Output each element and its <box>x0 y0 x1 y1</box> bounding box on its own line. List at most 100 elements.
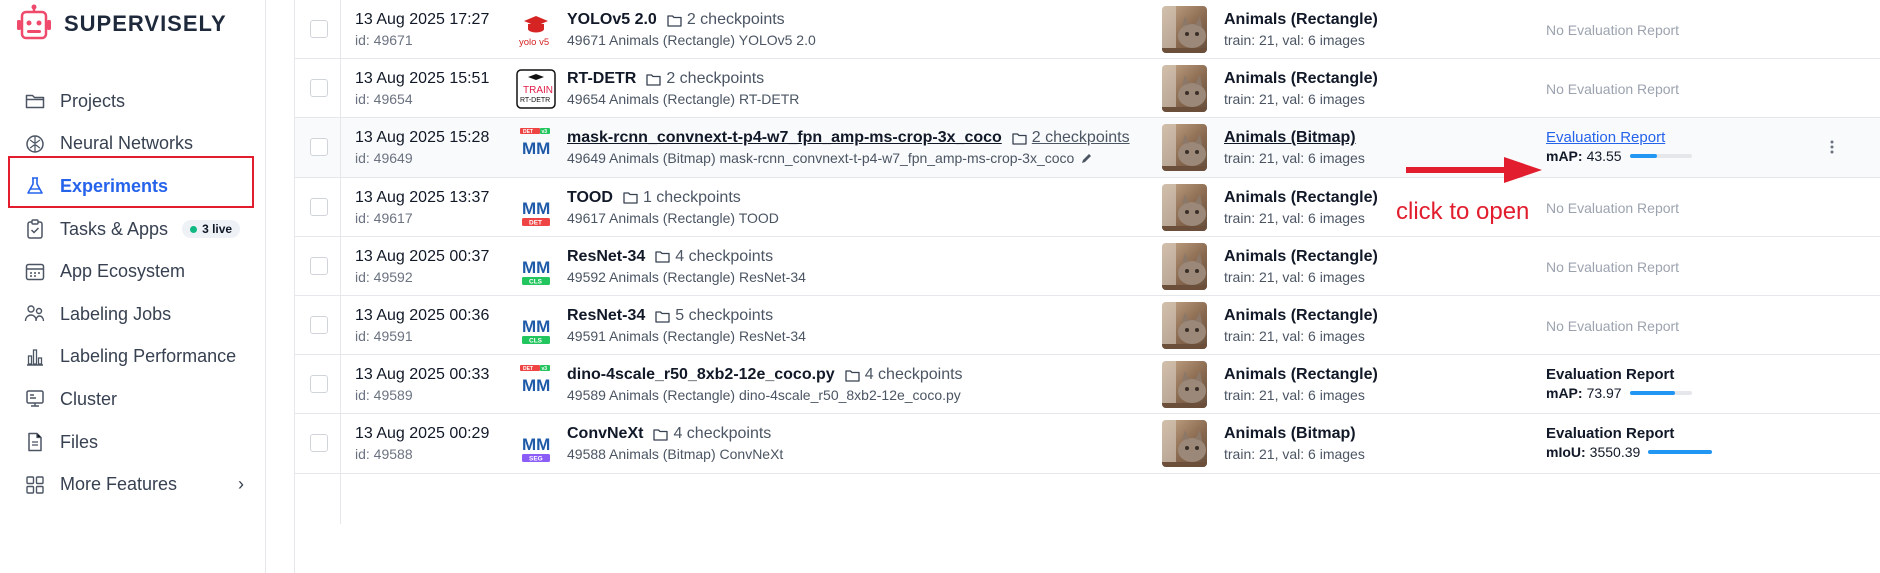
model-name[interactable]: dino-4scale_r50_8xb2-12e_coco.py <box>567 366 835 384</box>
table-row[interactable]: 13 Aug 2025 00:29 id: 49588 MM SEG ConvN… <box>295 414 1880 474</box>
sidebar-item-experiments[interactable]: Experiments <box>0 165 266 208</box>
folder-icon <box>653 429 669 441</box>
project-thumbnail[interactable] <box>1162 6 1207 53</box>
folder-icon <box>655 310 670 323</box>
row-checkbox[interactable] <box>310 375 328 394</box>
metric-progress-bar <box>1648 450 1713 455</box>
experiment-subtitle: 49589 Animals (Rectangle) dino-4scale_r5… <box>567 387 961 403</box>
project-name[interactable]: Animals (Rectangle) <box>1224 11 1378 29</box>
project-stats: train: 21, val: 6 images <box>1224 209 1365 226</box>
experiments-table: 13 Aug 2025 17:27 id: 49671 yolo v5 YOLO… <box>294 0 1880 573</box>
evaluation-report-link[interactable]: Evaluation Report <box>1546 425 1674 442</box>
row-checkbox[interactable] <box>310 197 328 216</box>
sidebar-item-neural-networks[interactable]: Neural Networks <box>0 123 266 166</box>
checkpoints-link[interactable]: 2 checkpoints <box>1012 129 1130 147</box>
row-checkbox[interactable] <box>310 256 328 275</box>
checkpoints-link[interactable]: 4 checkpoints <box>655 248 773 266</box>
experiment-name-line: RT-DETR 2 checkpoints <box>567 70 764 88</box>
sidebar-item-cluster[interactable]: Cluster <box>0 378 266 421</box>
project-name[interactable]: Animals (Rectangle) <box>1224 248 1378 266</box>
project-name[interactable]: Animals (Rectangle) <box>1224 307 1378 325</box>
project-stats: train: 21, val: 6 images <box>1224 91 1365 108</box>
checkpoints-link[interactable]: 2 checkpoints <box>667 11 785 29</box>
experiment-subtitle-text: 49591 Animals (Rectangle) ResNet-34 <box>567 328 806 344</box>
flask-icon <box>24 175 46 197</box>
experiment-subtitle: 49592 Animals (Rectangle) ResNet-34 <box>567 269 806 285</box>
checkpoints-link[interactable]: 4 checkpoints <box>845 366 963 384</box>
experiment-date: 13 Aug 2025 17:27 <box>355 11 490 28</box>
sidebar-item-labeling-performance[interactable]: Labeling Performance <box>0 336 266 379</box>
table-row[interactable]: 13 Aug 2025 15:28 id: 49649 DET v3 MM mas… <box>295 118 1880 178</box>
sidebar-item-app-ecosystem[interactable]: App Ecosystem <box>0 250 266 293</box>
no-evaluation-report: No Evaluation Report <box>1546 258 1680 275</box>
sidebar-item-more-features[interactable]: More Features › <box>0 463 266 506</box>
experiment-name-line: TOOD 1 checkpoints <box>567 189 741 207</box>
checkpoints-link[interactable]: 4 checkpoints <box>653 425 771 443</box>
table-row[interactable]: 13 Aug 2025 13:37 id: 49617 MM DET TOOD … <box>295 177 1880 237</box>
model-name[interactable]: mask-rcnn_convnext-t-p4-w7_fpn_amp-ms-cr… <box>567 129 1002 147</box>
checkpoints-label: 4 checkpoints <box>673 425 772 443</box>
checkpoints-label: 4 checkpoints <box>675 247 774 265</box>
row-checkbox[interactable] <box>310 138 328 157</box>
row-checkbox[interactable] <box>310 20 328 38</box>
project-name[interactable]: Animals (Bitmap) <box>1224 129 1356 147</box>
experiment-id: id: 49617 <box>355 209 413 226</box>
sidebar-item-label: More Features <box>60 474 178 495</box>
experiment-name-line: dino-4scale_r50_8xb2-12e_coco.py 4 check… <box>567 366 963 384</box>
model-name[interactable]: TOOD <box>567 189 613 207</box>
table-row[interactable]: 13 Aug 2025 00:36 id: 49591 MM CLS ResNe… <box>295 296 1880 356</box>
svg-text:DET: DET <box>523 366 533 372</box>
table-row[interactable]: 13 Aug 2025 15:51 id: 49654 TRAIN RT-DETR… <box>295 59 1880 119</box>
model-name[interactable]: ResNet-34 <box>567 307 645 325</box>
column-divider <box>340 59 341 119</box>
experiment-subtitle-text: 49588 Animals (Bitmap) ConvNeXt <box>567 446 784 463</box>
sidebar-item-files[interactable]: Files <box>0 421 266 464</box>
project-thumbnail[interactable] <box>1162 420 1207 468</box>
folder-icon <box>667 14 682 27</box>
table-row[interactable]: 13 Aug 2025 00:33 id: 49589 DET v3 MM din… <box>295 355 1880 415</box>
project-thumbnail[interactable] <box>1162 183 1207 231</box>
svg-text:SEG: SEG <box>529 456 543 463</box>
project-stats: train: 21, val: 6 images <box>1224 268 1365 285</box>
experiment-name-line: ResNet-34 4 checkpoints <box>567 248 773 266</box>
app-window-icon <box>24 261 46 283</box>
no-evaluation-report: No Evaluation Report <box>1546 81 1680 98</box>
row-checkbox[interactable] <box>310 79 328 98</box>
checkpoints-link[interactable]: 5 checkpoints <box>655 307 773 325</box>
brand-logo[interactable]: SUPERVISELY <box>14 4 227 44</box>
svg-text:CLS: CLS <box>529 278 543 285</box>
project-stats: train: 21, val: 6 images <box>1224 446 1365 463</box>
sidebar-item-label: Labeling Performance <box>60 346 237 367</box>
checkpoints-link[interactable]: 2 checkpoints <box>646 70 764 88</box>
row-checkbox[interactable] <box>310 434 328 453</box>
project-thumbnail[interactable] <box>1162 361 1207 409</box>
folder-icon <box>1012 133 1027 145</box>
project-name[interactable]: Animals (Bitmap) <box>1224 425 1356 443</box>
project-thumbnail[interactable] <box>1162 65 1207 113</box>
project-name[interactable]: Animals (Rectangle) <box>1224 189 1378 207</box>
experiment-subtitle-text: 49617 Animals (Rectangle) TOOD <box>567 209 779 226</box>
row-checkbox[interactable] <box>310 316 328 334</box>
evaluation-report-link[interactable]: Evaluation Report <box>1546 129 1665 146</box>
project-thumbnail[interactable] <box>1162 124 1207 172</box>
table-row[interactable]: 13 Aug 2025 17:27 id: 49671 yolo v5 YOLO… <box>295 0 1880 60</box>
more-vertical-icon[interactable] <box>1830 140 1834 154</box>
evaluation-report-link[interactable]: Evaluation Report <box>1546 366 1674 383</box>
model-name[interactable]: ConvNeXt <box>567 425 643 443</box>
checkpoints-link[interactable]: 1 checkpoints <box>623 189 741 207</box>
model-name[interactable]: YOLOv5 2.0 <box>567 11 657 29</box>
pencil-icon[interactable] <box>1080 151 1094 165</box>
sidebar-item-labeling-jobs[interactable]: Labeling Jobs <box>0 293 266 336</box>
project-name[interactable]: Animals (Rectangle) <box>1224 70 1378 88</box>
project-thumbnail[interactable] <box>1162 242 1207 290</box>
model-name[interactable]: RT-DETR <box>567 70 636 88</box>
project-thumbnail[interactable] <box>1162 302 1207 349</box>
model-name[interactable]: ResNet-34 <box>567 248 645 266</box>
sidebar-item-projects[interactable]: Projects <box>0 80 266 123</box>
cat-thumbnail-image <box>1162 361 1207 409</box>
table-row[interactable]: 13 Aug 2025 00:37 id: 49592 MM CLS ResNe… <box>295 236 1880 296</box>
project-name[interactable]: Animals (Rectangle) <box>1224 366 1378 384</box>
live-badge-label: 3 live <box>202 222 233 237</box>
sidebar-item-tasks-apps[interactable]: Tasks & Apps 3 live <box>0 208 266 251</box>
checkpoints-label: 5 checkpoints <box>675 307 774 324</box>
